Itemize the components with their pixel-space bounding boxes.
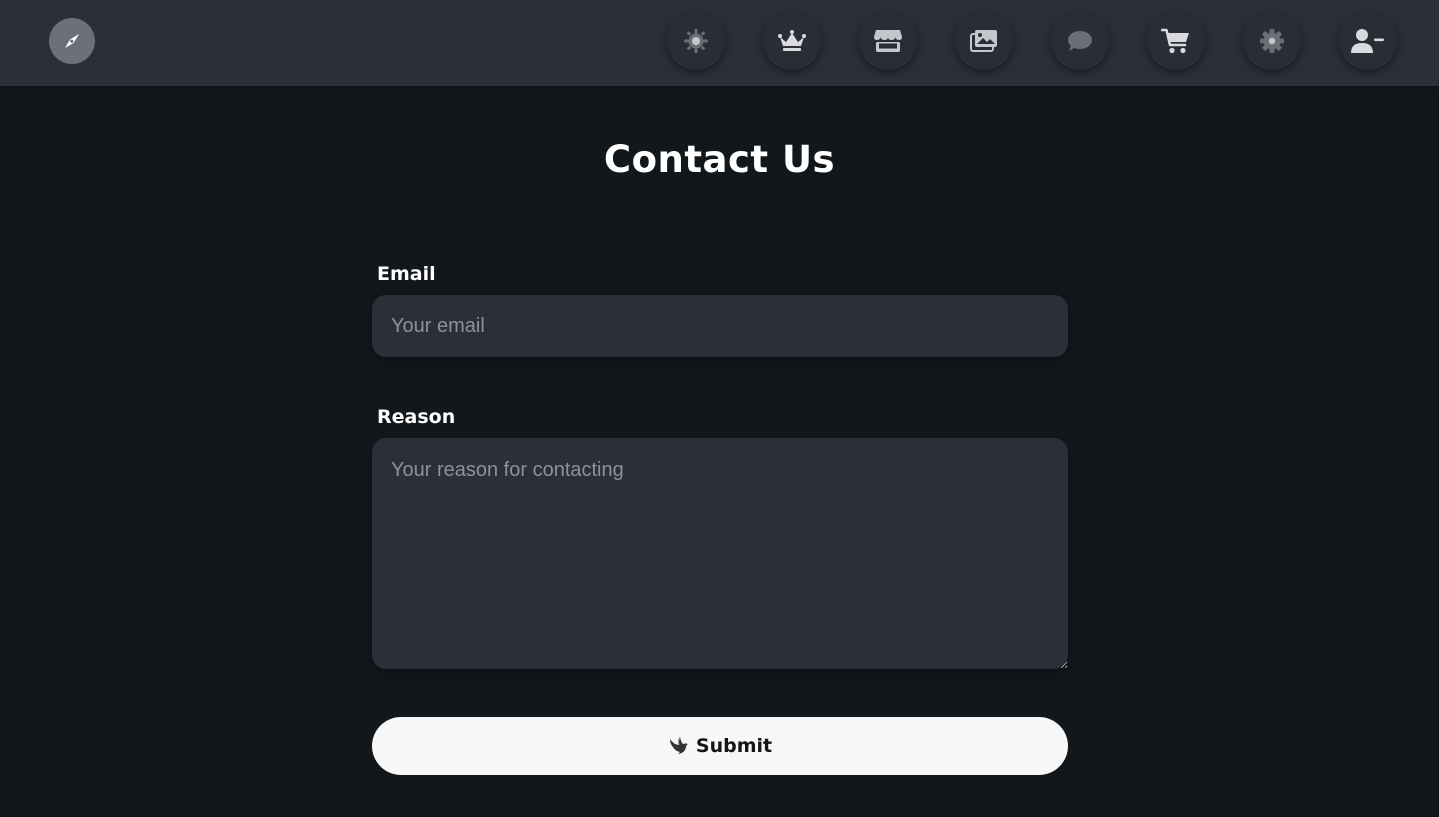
theme-toggle-button[interactable]	[667, 12, 725, 70]
reason-label: Reason	[377, 406, 456, 428]
user-minus-icon	[1351, 29, 1384, 53]
submit-button[interactable]: Submit	[372, 717, 1068, 775]
brightness-icon	[684, 29, 708, 53]
gallery-button[interactable]	[955, 12, 1013, 70]
cart-button[interactable]	[1147, 12, 1205, 70]
gallery-icon	[970, 30, 997, 52]
cart-icon	[1161, 28, 1189, 54]
store-icon	[874, 30, 902, 52]
messages-button[interactable]	[1051, 12, 1109, 70]
chat-icon	[1068, 31, 1092, 51]
gear-icon	[1260, 29, 1284, 53]
store-button[interactable]	[859, 12, 917, 70]
email-field[interactable]	[372, 295, 1068, 357]
crown-icon	[778, 30, 806, 51]
premium-button[interactable]	[763, 12, 821, 70]
submit-button-label: Submit	[695, 735, 773, 757]
bird-icon	[669, 737, 688, 754]
top-navigation-bar	[0, 0, 1439, 86]
settings-button[interactable]	[1243, 12, 1301, 70]
email-label: Email	[377, 263, 436, 285]
logout-user-button[interactable]	[1339, 12, 1397, 70]
compass-icon	[65, 34, 79, 48]
home-logo-button[interactable]	[49, 18, 95, 64]
reason-textarea[interactable]	[372, 438, 1068, 669]
page-title: Contact Us	[603, 138, 836, 181]
